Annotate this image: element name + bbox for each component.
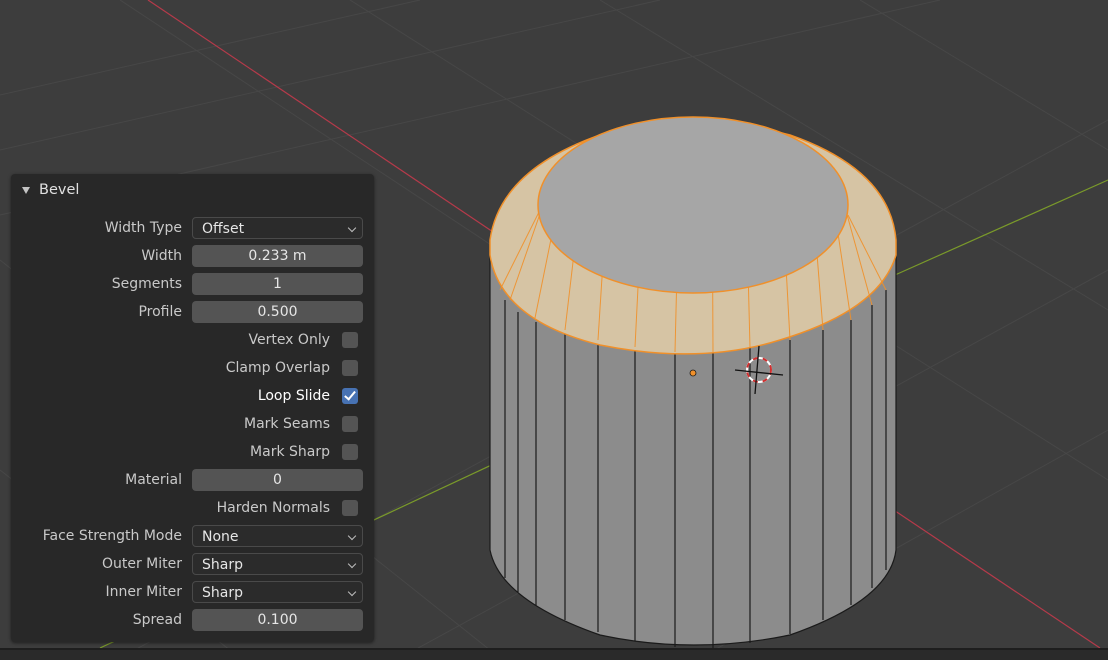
spread-row: Spread 0.100 xyxy=(11,608,374,632)
inner-miter-value: Sharp xyxy=(202,585,243,601)
segments-row: Segments 1 xyxy=(11,272,374,296)
mark-sharp-checkbox[interactable] xyxy=(342,444,358,460)
outer-miter-label: Outer Miter xyxy=(101,556,182,572)
harden-normals-row[interactable]: Harden Normals xyxy=(11,496,374,520)
width-type-label: Width Type xyxy=(104,220,182,236)
clamp-overlap-row[interactable]: Clamp Overlap xyxy=(11,356,374,380)
mark-sharp-row[interactable]: Mark Sharp xyxy=(11,440,374,464)
spread-field[interactable]: 0.100 xyxy=(192,609,363,631)
width-type-row: Width Type Offset xyxy=(11,216,374,240)
clamp-overlap-checkbox[interactable] xyxy=(342,360,358,376)
face-strength-mode-value: None xyxy=(202,529,239,545)
object-origin-icon xyxy=(689,369,697,377)
vertex-only-checkbox[interactable] xyxy=(342,332,358,348)
bevel-operator-panel: Bevel Width Type Offset Width 0.233 m Se… xyxy=(11,174,374,642)
segments-field[interactable]: 1 xyxy=(192,273,363,295)
profile-label: Profile xyxy=(138,304,182,320)
spread-label: Spread xyxy=(132,612,182,628)
inner-miter-label: Inner Miter xyxy=(105,584,182,600)
width-label: Width xyxy=(141,248,182,264)
profile-field[interactable]: 0.500 xyxy=(192,301,363,323)
width-type-dropdown[interactable]: Offset xyxy=(192,217,363,239)
loop-slide-checkbox[interactable] xyxy=(342,388,358,404)
collapse-triangle-icon[interactable] xyxy=(22,186,30,194)
vertex-only-row[interactable]: Vertex Only xyxy=(11,328,374,352)
mark-sharp-label[interactable]: Mark Sharp xyxy=(250,440,330,464)
width-type-value: Offset xyxy=(202,221,245,237)
inner-miter-row: Inner Miter Sharp xyxy=(11,580,374,604)
chevron-down-icon xyxy=(347,531,357,541)
face-strength-mode-label: Face Strength Mode xyxy=(42,528,182,544)
material-label: Material xyxy=(125,472,182,488)
inner-miter-dropdown[interactable]: Sharp xyxy=(192,581,363,603)
clamp-overlap-label[interactable]: Clamp Overlap xyxy=(226,356,330,380)
outer-miter-row: Outer Miter Sharp xyxy=(11,552,374,576)
harden-normals-checkbox[interactable] xyxy=(342,500,358,516)
mark-seams-checkbox[interactable] xyxy=(342,416,358,432)
cylinder-mesh[interactable] xyxy=(489,116,897,648)
mark-seams-row[interactable]: Mark Seams xyxy=(11,412,374,436)
loop-slide-row[interactable]: Loop Slide xyxy=(11,384,374,408)
status-bar xyxy=(0,648,1108,660)
profile-row: Profile 0.500 xyxy=(11,300,374,324)
width-field[interactable]: 0.233 m xyxy=(192,245,363,267)
face-strength-mode-dropdown[interactable]: None xyxy=(192,525,363,547)
chevron-down-icon xyxy=(347,223,357,233)
y-axis-line xyxy=(894,179,1108,276)
panel-title: Bevel xyxy=(39,182,80,198)
material-row: Material 0 xyxy=(11,468,374,492)
segments-label: Segments xyxy=(111,276,182,292)
material-field[interactable]: 0 xyxy=(192,469,363,491)
panel-header[interactable]: Bevel xyxy=(11,174,374,206)
loop-slide-label[interactable]: Loop Slide xyxy=(258,384,330,408)
face-strength-mode-row: Face Strength Mode None xyxy=(11,524,374,548)
chevron-down-icon xyxy=(347,587,357,597)
chevron-down-icon xyxy=(347,559,357,569)
outer-miter-dropdown[interactable]: Sharp xyxy=(192,553,363,575)
mark-seams-label[interactable]: Mark Seams xyxy=(244,412,330,436)
harden-normals-label[interactable]: Harden Normals xyxy=(217,496,330,520)
width-row: Width 0.233 m xyxy=(11,244,374,268)
outer-miter-value: Sharp xyxy=(202,557,243,573)
vertex-only-label[interactable]: Vertex Only xyxy=(248,328,330,352)
